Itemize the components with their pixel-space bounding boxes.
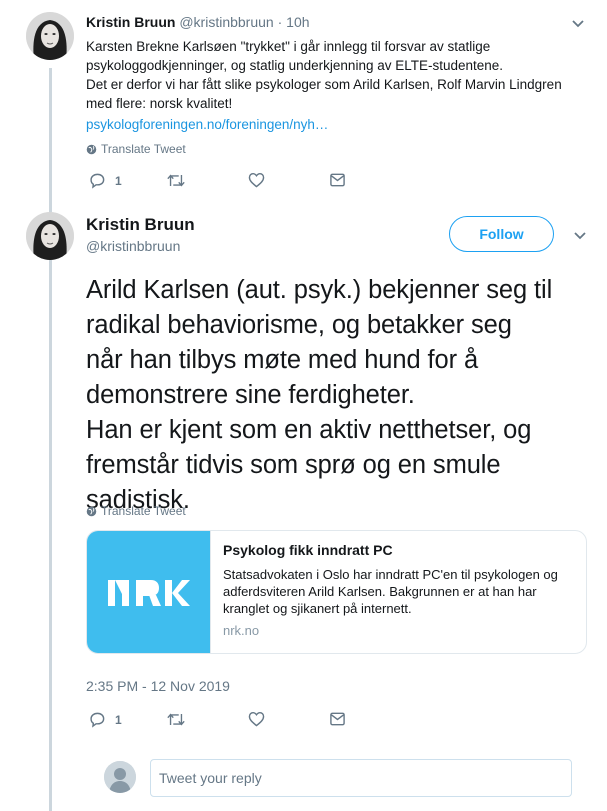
nrk-logo-mark	[107, 580, 190, 606]
retweet-button[interactable]	[166, 711, 186, 728]
card-domain: nrk.no	[223, 623, 260, 638]
like-button[interactable]	[248, 711, 265, 727]
tweet-text-line: psykologgodkjenninger, og statlig underk…	[86, 58, 504, 73]
chevron-down-icon[interactable]	[573, 231, 587, 241]
direct-message-button[interactable]	[329, 711, 346, 727]
tweet-text-line: Arild Karlsen (aut. psyk.) bekjenner seg…	[86, 276, 553, 304]
retweet-icon	[167, 174, 185, 187]
tweet-text-line: radikal behaviorisme, og betakker seg	[86, 311, 512, 339]
current-user-avatar	[104, 761, 136, 793]
tweet-text-line: Det er derfor vi har fått slike psykolog…	[86, 77, 562, 92]
reply-count: 1	[115, 712, 122, 727]
author-handle[interactable]: @kristinbbruun	[86, 238, 180, 254]
like-button[interactable]	[248, 172, 265, 188]
tweet-link[interactable]: psykologforeningen.no/foreningen/nyh…	[86, 117, 328, 132]
like-icon	[248, 711, 265, 727]
retweet-icon	[167, 713, 185, 726]
avatar[interactable]	[26, 212, 74, 260]
reply-input[interactable]: Tweet your reply	[150, 759, 572, 797]
card-description: Statsadvokaten i Oslo har inndratt PC'en…	[223, 567, 558, 616]
tweet-timestamp[interactable]: 2:35 PM - 12 Nov 2019	[86, 678, 230, 694]
tweet-text-line: når han tilbys møte med hund for å	[86, 346, 479, 374]
tweet-header: Kristin Bruun @kristinbbruun · 10h	[86, 14, 310, 30]
translate-tweet-link[interactable]: Translate Tweet	[86, 504, 186, 518]
like-icon	[248, 172, 265, 188]
thread-connector-line	[49, 68, 52, 811]
tweet-text-line: Karsten Brekne Karlsøen "trykket" i går …	[86, 39, 491, 54]
author-name[interactable]: Kristin Bruun	[86, 215, 195, 235]
reply-count: 1	[115, 173, 122, 188]
reply-button[interactable]: 1	[89, 711, 122, 728]
author-handle[interactable]: @kristinbbruun	[179, 14, 273, 30]
card-title[interactable]: Psykolog fikk inndratt PC	[223, 542, 574, 558]
translate-label: Translate Tweet	[101, 142, 186, 156]
tweet-text-line: fremstår tidvis som sprø og en smule	[86, 451, 501, 479]
tweet-time[interactable]: 10h	[286, 14, 309, 30]
message-icon	[330, 712, 345, 726]
globe-icon	[86, 506, 97, 516]
translate-tweet-link[interactable]: Translate Tweet	[86, 142, 186, 156]
reply-icon	[90, 712, 105, 728]
direct-message-button[interactable]	[329, 172, 346, 188]
default-avatar-icon	[104, 761, 136, 793]
translate-label: Translate Tweet	[101, 504, 186, 518]
retweet-button[interactable]	[166, 172, 186, 189]
tweet-text-line: Han er kjent som en aktiv netthetser, og	[86, 416, 532, 444]
link-preview-card[interactable]: Psykolog fikk inndratt PC Statsadvokaten…	[86, 530, 587, 654]
tweet-text: Arild Karlsen (aut. psyk.) bekjenner seg…	[86, 273, 601, 518]
author-name[interactable]: Kristin Bruun	[86, 14, 175, 30]
follow-button[interactable]: Follow	[449, 216, 554, 252]
tweet-text-line: med flere: norsk kvalitet!	[86, 96, 233, 111]
reply-button[interactable]: 1	[89, 172, 122, 189]
tweet-text: Karsten Brekne Karlsøen "trykket" i går …	[86, 37, 596, 113]
tweet-actions: 1	[86, 172, 386, 192]
nrk-logo	[87, 531, 211, 653]
reply-icon	[90, 173, 105, 189]
chevron-down-icon[interactable]	[571, 19, 585, 29]
tweet-text-line: demonstrere sine ferdigheter.	[86, 381, 415, 409]
tweet-actions: 1	[86, 711, 386, 731]
avatar[interactable]	[26, 12, 74, 60]
message-icon	[330, 173, 345, 187]
globe-icon	[86, 144, 97, 154]
separator: ·	[277, 14, 283, 30]
